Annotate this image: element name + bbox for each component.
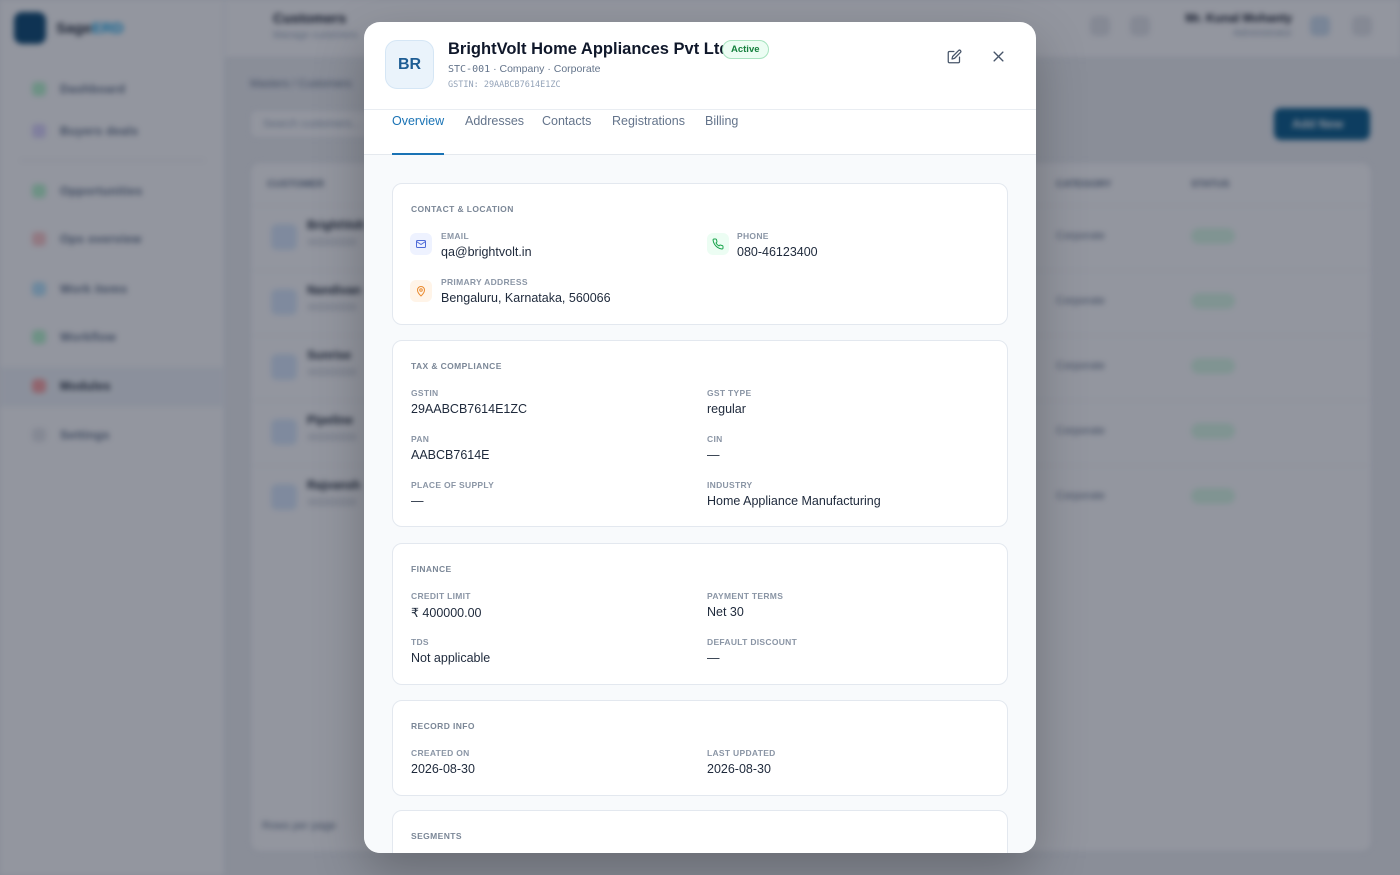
status-badge: Active [722, 40, 769, 59]
location-pin-icon [410, 280, 432, 302]
default-discount-value: — [707, 651, 720, 665]
section-title: TAX & COMPLIANCE [411, 361, 502, 371]
last-updated-value: 2026-08-30 [707, 762, 771, 776]
email-value: qa@brightvolt.in [441, 245, 532, 259]
tab-overview[interactable]: Overview [392, 110, 445, 155]
industry-label: INDUSTRY [707, 480, 753, 490]
credit-limit-label: CREDIT LIMIT [411, 591, 471, 601]
mail-icon [410, 233, 432, 255]
customer-detail-modal: BR BrightVolt Home Appliances Pvt Ltd Ac… [364, 22, 1036, 853]
section-title: CONTACT & LOCATION [411, 204, 514, 214]
pan-label: PAN [411, 434, 430, 444]
close-button[interactable] [984, 42, 1012, 70]
cin-label: CIN [707, 434, 723, 444]
pan-value: AABCB7614E [411, 448, 490, 462]
segments-card: SEGMENTS [392, 810, 1008, 853]
customer-code: STC-001 [448, 64, 491, 75]
email-label: EMAIL [441, 231, 469, 241]
phone-value: 080-46123400 [737, 245, 818, 259]
payment-terms-value: Net 30 [707, 605, 744, 619]
place-of-supply-label: PLACE OF SUPPLY [411, 480, 495, 490]
tab-addresses[interactable]: Addresses [465, 110, 524, 155]
customer-name: BrightVolt Home Appliances Pvt Ltd [448, 40, 730, 58]
section-title: RECORD INFO [411, 721, 475, 731]
record-info-card: RECORD INFO CREATED ON 2026-08-30 LAST U… [392, 700, 1008, 796]
contact-location-card: CONTACT & LOCATION EMAIL qa@brightvolt.i… [392, 183, 1008, 325]
address-label: PRIMARY ADDRESS [441, 277, 528, 287]
created-on-value: 2026-08-30 [411, 762, 475, 776]
payment-terms-label: PAYMENT TERMS [707, 591, 784, 601]
tab-contacts[interactable]: Contacts [542, 110, 591, 155]
credit-limit-value: ₹ 400000.00 [411, 606, 482, 620]
gstin-label: GSTIN [411, 388, 439, 398]
last-updated-label: LAST UPDATED [707, 748, 776, 758]
gstin-value: 29AABCB7614E1ZC [411, 402, 528, 416]
place-of-supply-value: — [411, 494, 424, 508]
address-value: Bengaluru, Karnataka, 560066 [441, 291, 611, 305]
default-discount-label: DEFAULT DISCOUNT [707, 637, 798, 647]
finance-card: FINANCE CREDIT LIMIT ₹ 400000.00 PAYMENT… [392, 543, 1008, 685]
edit-button[interactable] [940, 42, 968, 70]
customer-type: · Company · Corporate [490, 63, 601, 75]
customer-gstin: GSTIN: 29AABCB7614E1ZC [448, 80, 561, 90]
gst-type-label: GST TYPE [707, 388, 752, 398]
close-icon [992, 50, 1004, 62]
tds-label: TDS [411, 637, 429, 647]
customer-meta: STC-001 · Company · Corporate [448, 63, 600, 75]
modal-tabs: Overview Addresses Contacts Registration… [364, 110, 1036, 155]
customer-avatar: BR [385, 40, 434, 89]
phone-label: PHONE [737, 231, 769, 241]
created-on-label: CREATED ON [411, 748, 470, 758]
phone-icon [707, 233, 729, 255]
tab-billing[interactable]: Billing [705, 110, 738, 155]
cin-value: — [707, 448, 720, 462]
modal-header: BR BrightVolt Home Appliances Pvt Ltd Ac… [364, 22, 1036, 110]
tab-registrations[interactable]: Registrations [612, 110, 685, 155]
industry-value: Home Appliance Manufacturing [707, 494, 881, 508]
edit-icon [947, 49, 961, 63]
section-title: FINANCE [411, 564, 452, 574]
modal-body[interactable]: CONTACT & LOCATION EMAIL qa@brightvolt.i… [364, 155, 1036, 853]
section-title: SEGMENTS [411, 831, 462, 841]
gst-type-value: regular [707, 402, 746, 416]
tds-value: Not applicable [411, 651, 491, 665]
tax-compliance-card: TAX & COMPLIANCE GSTIN 29AABCB7614E1ZC G… [392, 340, 1008, 527]
